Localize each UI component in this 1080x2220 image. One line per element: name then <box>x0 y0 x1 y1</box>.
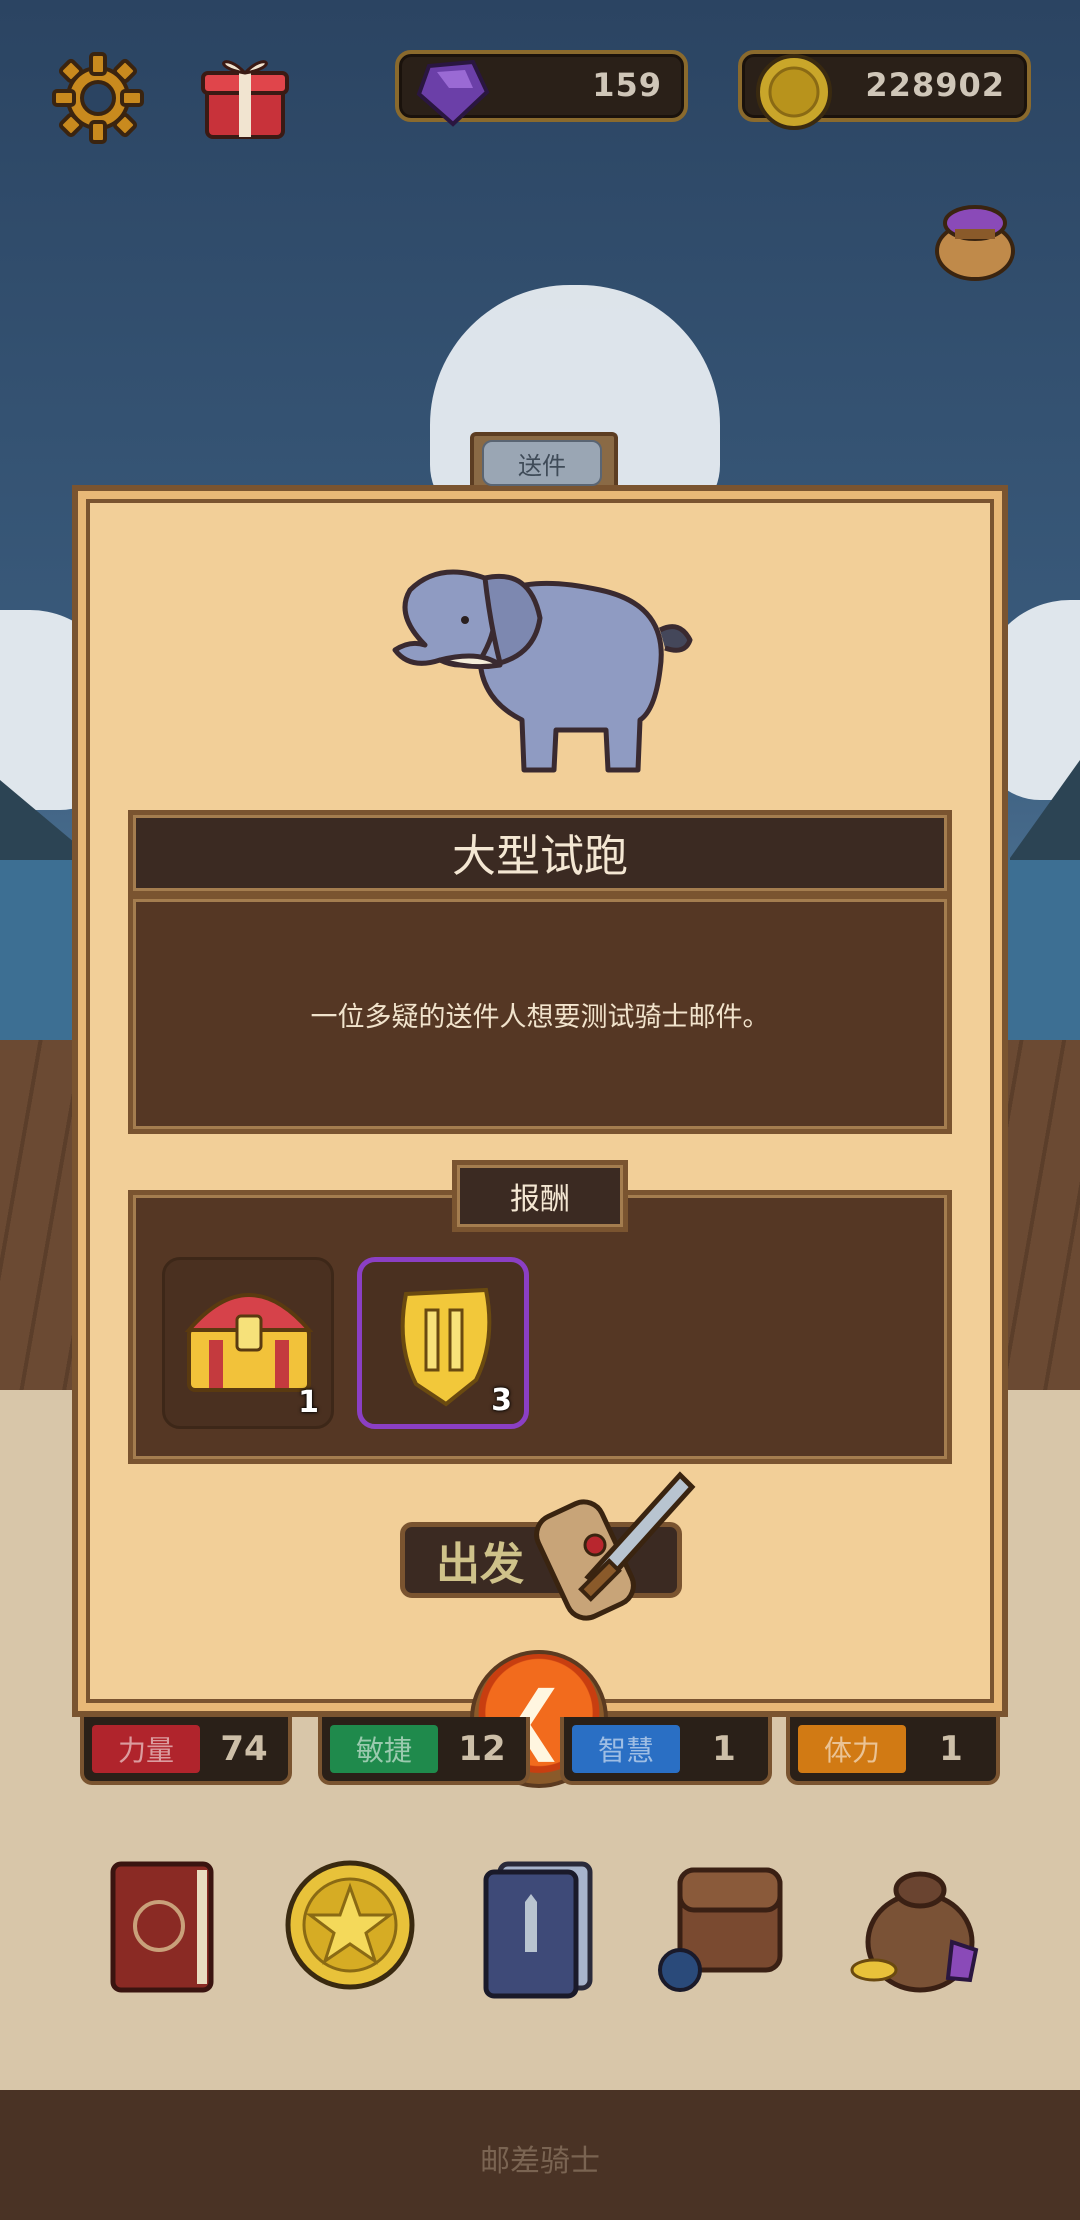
stat-intelligence: 智慧 1 <box>560 1717 772 1785</box>
reward-item[interactable]: 3 <box>357 1257 529 1429</box>
coin-icon <box>756 54 832 130</box>
rewards-label: 报酬 <box>452 1160 628 1232</box>
stat-value: 1 <box>712 1729 736 1769</box>
stat-value: 12 <box>458 1729 506 1769</box>
coin-count: 228902 <box>865 66 1005 104</box>
stat-label: 力量 <box>92 1725 200 1773</box>
stat-value: 1 <box>939 1729 963 1769</box>
quest-title: 大型试跑 <box>452 831 628 882</box>
backpack-icon <box>658 1867 783 1992</box>
quest-description: 一位多疑的送件人想要测试骑士邮件。 <box>310 1001 770 1033</box>
gem-count: 159 <box>592 66 662 104</box>
stat-value: 74 <box>220 1729 268 1769</box>
coin-counter[interactable]: 228902 <box>738 50 1031 130</box>
game-title: 邮差骑士 <box>480 2144 600 2179</box>
magic-pouch-icon <box>935 205 1015 281</box>
menu-spellbook[interactable] <box>82 1840 242 2010</box>
gift-button[interactable] <box>195 45 295 145</box>
elephant-icon <box>392 569 693 773</box>
star-coin-icon <box>285 1860 415 1990</box>
gem-counter[interactable]: 159 <box>395 50 688 127</box>
menu-backpack[interactable] <box>650 1840 810 2010</box>
scroll-and-sword-icon <box>534 1471 696 1621</box>
menu-star-coin[interactable] <box>270 1840 430 2010</box>
gem-icon <box>416 59 490 127</box>
reward-count: 3 <box>491 1383 512 1418</box>
treasure-bag-icon <box>850 1871 979 1993</box>
stat-stamina: 体力 1 <box>786 1717 1000 1785</box>
stat-label: 智慧 <box>572 1725 680 1773</box>
dialog-category-label: 送件 <box>482 440 602 486</box>
magic-pouch-button[interactable] <box>925 185 1025 285</box>
stat-agility: 敏捷 12 <box>318 1717 530 1785</box>
stat-label: 体力 <box>798 1725 906 1773</box>
gift-box-icon <box>201 60 289 139</box>
menu-treasure-bag[interactable] <box>840 1840 1000 2010</box>
treasure-chest-icon <box>184 1293 314 1392</box>
settings-button[interactable] <box>48 48 148 148</box>
menu-card-deck[interactable] <box>460 1840 620 2010</box>
reward-item[interactable]: 1 <box>162 1257 334 1429</box>
stat-strength: 力量 74 <box>80 1717 292 1785</box>
card-deck-icon <box>483 1861 593 1999</box>
stat-label: 敏捷 <box>330 1725 438 1773</box>
spellbook-icon <box>110 1861 214 1993</box>
gear-icon <box>52 52 144 144</box>
reward-count: 1 <box>298 1385 319 1420</box>
